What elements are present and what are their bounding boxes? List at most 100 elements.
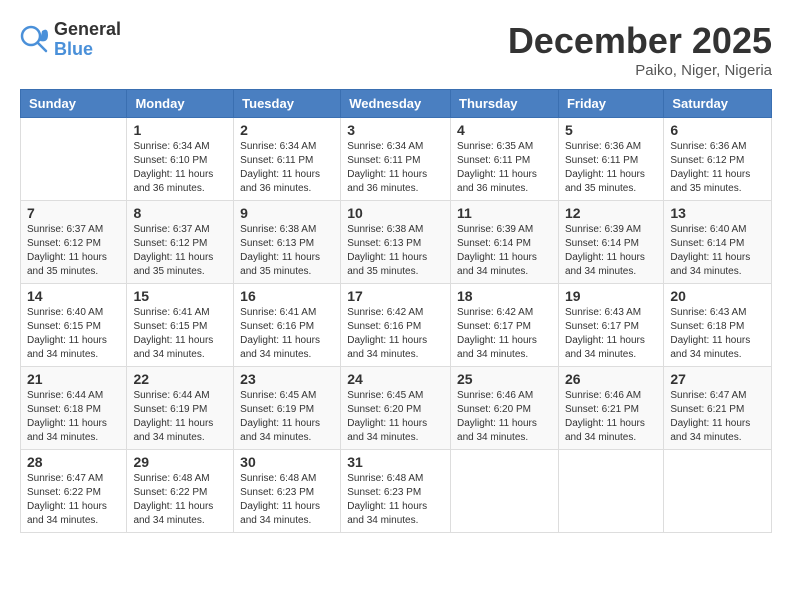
calendar-cell: 3 Sunrise: 6:34 AM Sunset: 6:11 PM Daylig… [341, 118, 451, 201]
day-info: Sunrise: 6:34 AM Sunset: 6:11 PM Dayligh… [240, 140, 334, 196]
day-info: Sunrise: 6:36 AM Sunset: 6:11 PM Dayligh… [565, 140, 657, 196]
calendar-cell: 23 Sunrise: 6:45 AM Sunset: 6:19 PM Dayli… [234, 367, 341, 450]
calendar-cell: 30 Sunrise: 6:48 AM Sunset: 6:23 PM Dayli… [234, 450, 341, 533]
day-info: Sunrise: 6:35 AM Sunset: 6:11 PM Dayligh… [457, 140, 552, 196]
calendar-cell [21, 118, 127, 201]
day-info: Sunrise: 6:43 AM Sunset: 6:17 PM Dayligh… [565, 306, 657, 362]
calendar-week-row: 7Sunrise: 6:37 AM Sunset: 6:12 PM Daylig… [21, 201, 772, 284]
day-number: 24 [347, 371, 444, 387]
day-number: 2 [240, 122, 334, 138]
day-info: Sunrise: 6:41 AM Sunset: 6:15 PM Dayligh… [133, 306, 227, 362]
calendar-cell: 24 Sunrise: 6:45 AM Sunset: 6:20 PM Dayli… [341, 367, 451, 450]
day-info: Sunrise: 6:39 AM Sunset: 6:14 PM Dayligh… [565, 223, 657, 279]
day-number: 17 [347, 288, 444, 304]
logo-text: General Blue [54, 20, 121, 60]
calendar-day-header: Friday [558, 90, 663, 118]
day-number: 19 [565, 288, 657, 304]
calendar-cell: 21 Sunrise: 6:44 AM Sunset: 6:18 PM Dayli… [21, 367, 127, 450]
day-info: Sunrise: 6:40 AM Sunset: 6:14 PM Dayligh… [670, 223, 765, 279]
day-info: Sunrise: 6:46 AM Sunset: 6:20 PM Dayligh… [457, 389, 552, 445]
day-number: 5 [565, 122, 657, 138]
day-number: 12 [565, 205, 657, 221]
day-info: Sunrise: 6:38 AM Sunset: 6:13 PM Dayligh… [347, 223, 444, 279]
day-info: Sunrise: 6:39 AM Sunset: 6:14 PM Dayligh… [457, 223, 552, 279]
calendar-day-header: Saturday [664, 90, 772, 118]
day-number: 1 [133, 122, 227, 138]
day-info: Sunrise: 6:45 AM Sunset: 6:19 PM Dayligh… [240, 389, 334, 445]
day-number: 22 [133, 371, 227, 387]
calendar-cell: 4 Sunrise: 6:35 AM Sunset: 6:11 PM Daylig… [451, 118, 559, 201]
day-number: 9 [240, 205, 334, 221]
location: Paiko, Niger, Nigeria [508, 62, 772, 79]
day-info: Sunrise: 6:48 AM Sunset: 6:23 PM Dayligh… [240, 472, 334, 528]
day-number: 28 [27, 454, 120, 470]
day-info: Sunrise: 6:45 AM Sunset: 6:20 PM Dayligh… [347, 389, 444, 445]
day-number: 18 [457, 288, 552, 304]
calendar-cell: 16 Sunrise: 6:41 AM Sunset: 6:16 PM Dayli… [234, 284, 341, 367]
calendar-cell: 10Sunrise: 6:38 AM Sunset: 6:13 PM Dayli… [341, 201, 451, 284]
calendar-cell: 9Sunrise: 6:38 AM Sunset: 6:13 PM Daylig… [234, 201, 341, 284]
day-info: Sunrise: 6:44 AM Sunset: 6:18 PM Dayligh… [27, 389, 120, 445]
calendar-cell: 2 Sunrise: 6:34 AM Sunset: 6:11 PM Daylig… [234, 118, 341, 201]
calendar-cell: 5 Sunrise: 6:36 AM Sunset: 6:11 PM Daylig… [558, 118, 663, 201]
calendar-cell: 28 Sunrise: 6:47 AM Sunset: 6:22 PM Dayli… [21, 450, 127, 533]
day-info: Sunrise: 6:40 AM Sunset: 6:15 PM Dayligh… [27, 306, 120, 362]
day-info: Sunrise: 6:47 AM Sunset: 6:22 PM Dayligh… [27, 472, 120, 528]
day-number: 8 [133, 205, 227, 221]
day-info: Sunrise: 6:42 AM Sunset: 6:17 PM Dayligh… [457, 306, 552, 362]
calendar-day-header: Sunday [21, 90, 127, 118]
calendar-cell: 22 Sunrise: 6:44 AM Sunset: 6:19 PM Dayli… [127, 367, 234, 450]
calendar-week-row: 21 Sunrise: 6:44 AM Sunset: 6:18 PM Dayli… [21, 367, 772, 450]
day-number: 11 [457, 205, 552, 221]
day-number: 30 [240, 454, 334, 470]
calendar-cell: 20 Sunrise: 6:43 AM Sunset: 6:18 PM Dayli… [664, 284, 772, 367]
logo-general: General [54, 20, 121, 40]
day-number: 14 [27, 288, 120, 304]
day-number: 26 [565, 371, 657, 387]
calendar-cell [664, 450, 772, 533]
calendar-day-header: Monday [127, 90, 234, 118]
day-number: 20 [670, 288, 765, 304]
calendar-cell: 11 Sunrise: 6:39 AM Sunset: 6:14 PM Dayli… [451, 201, 559, 284]
day-info: Sunrise: 6:46 AM Sunset: 6:21 PM Dayligh… [565, 389, 657, 445]
calendar-cell: 1Sunrise: 6:34 AM Sunset: 6:10 PM Daylig… [127, 118, 234, 201]
calendar-cell [558, 450, 663, 533]
day-number: 23 [240, 371, 334, 387]
calendar-cell: 25Sunrise: 6:46 AM Sunset: 6:20 PM Dayli… [451, 367, 559, 450]
calendar-cell: 31 Sunrise: 6:48 AM Sunset: 6:23 PM Dayli… [341, 450, 451, 533]
calendar-week-row: 1Sunrise: 6:34 AM Sunset: 6:10 PM Daylig… [21, 118, 772, 201]
day-number: 21 [27, 371, 120, 387]
day-number: 3 [347, 122, 444, 138]
calendar-cell: 14 Sunrise: 6:40 AM Sunset: 6:15 PM Dayli… [21, 284, 127, 367]
logo: General Blue [20, 20, 121, 60]
month-title: December 2025 [508, 20, 772, 62]
day-number: 13 [670, 205, 765, 221]
calendar-day-header: Wednesday [341, 90, 451, 118]
day-info: Sunrise: 6:48 AM Sunset: 6:23 PM Dayligh… [347, 472, 444, 528]
day-number: 31 [347, 454, 444, 470]
day-info: Sunrise: 6:37 AM Sunset: 6:12 PM Dayligh… [27, 223, 120, 279]
day-info: Sunrise: 6:43 AM Sunset: 6:18 PM Dayligh… [670, 306, 765, 362]
day-number: 4 [457, 122, 552, 138]
calendar-cell: 18 Sunrise: 6:42 AM Sunset: 6:17 PM Dayli… [451, 284, 559, 367]
day-number: 27 [670, 371, 765, 387]
day-info: Sunrise: 6:37 AM Sunset: 6:12 PM Dayligh… [133, 223, 227, 279]
day-number: 29 [133, 454, 227, 470]
page-header: General Blue December 2025 Paiko, Niger,… [20, 20, 772, 79]
calendar-cell: 12 Sunrise: 6:39 AM Sunset: 6:14 PM Dayli… [558, 201, 663, 284]
calendar-day-header: Thursday [451, 90, 559, 118]
calendar-header-row: SundayMondayTuesdayWednesdayThursdayFrid… [21, 90, 772, 118]
calendar-cell: 13 Sunrise: 6:40 AM Sunset: 6:14 PM Dayli… [664, 201, 772, 284]
calendar-cell: 19 Sunrise: 6:43 AM Sunset: 6:17 PM Dayli… [558, 284, 663, 367]
day-info: Sunrise: 6:47 AM Sunset: 6:21 PM Dayligh… [670, 389, 765, 445]
day-number: 16 [240, 288, 334, 304]
title-block: December 2025 Paiko, Niger, Nigeria [508, 20, 772, 79]
calendar-cell: 27 Sunrise: 6:47 AM Sunset: 6:21 PM Dayli… [664, 367, 772, 450]
day-info: Sunrise: 6:34 AM Sunset: 6:11 PM Dayligh… [347, 140, 444, 196]
day-info: Sunrise: 6:44 AM Sunset: 6:19 PM Dayligh… [133, 389, 227, 445]
calendar-cell: 17Sunrise: 6:42 AM Sunset: 6:16 PM Dayli… [341, 284, 451, 367]
day-info: Sunrise: 6:36 AM Sunset: 6:12 PM Dayligh… [670, 140, 765, 196]
calendar-cell: 7Sunrise: 6:37 AM Sunset: 6:12 PM Daylig… [21, 201, 127, 284]
day-info: Sunrise: 6:41 AM Sunset: 6:16 PM Dayligh… [240, 306, 334, 362]
day-info: Sunrise: 6:48 AM Sunset: 6:22 PM Dayligh… [133, 472, 227, 528]
